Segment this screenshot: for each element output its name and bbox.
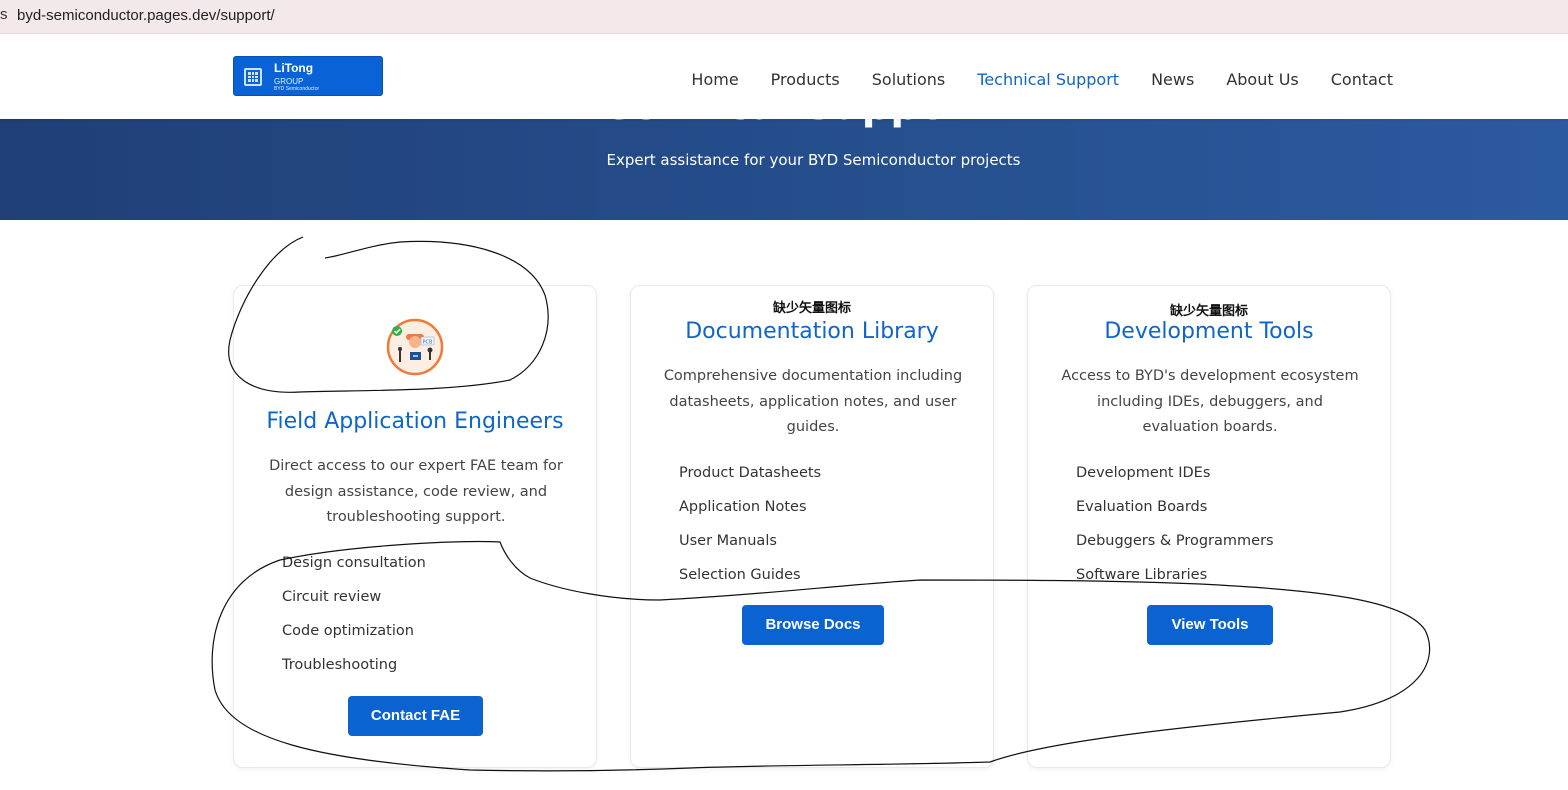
browse-docs-button[interactable]: Browse Docs bbox=[742, 605, 884, 645]
list-item: Troubleshooting bbox=[282, 657, 398, 673]
card-field-application-engineers: PCB Field Application Engineers Direct a… bbox=[233, 285, 597, 768]
list-item: Product Datasheets bbox=[679, 465, 822, 481]
list-item: Evaluation Boards bbox=[1076, 499, 1208, 515]
nav-products[interactable]: Products bbox=[771, 70, 840, 89]
contact-fae-button[interactable]: Contact FAE bbox=[348, 696, 483, 736]
nav-contact[interactable]: Contact bbox=[1331, 70, 1393, 89]
card-feature-list: Product Datasheets Application Notes Use… bbox=[679, 463, 821, 599]
missing-vector-icon-placeholder: 缺少矢量图标 bbox=[1169, 304, 1248, 319]
address-bar-edge-glyph: s bbox=[0, 6, 8, 23]
logo-subtitle: BYD Semiconductor bbox=[274, 86, 320, 92]
view-tools-button[interactable]: View Tools bbox=[1147, 605, 1273, 645]
list-item: Design consultation bbox=[282, 555, 426, 571]
site-header: LiTong GROUP BYD Semiconductor Home Prod… bbox=[0, 40, 1568, 119]
site-logo[interactable]: LiTong GROUP BYD Semiconductor bbox=[233, 56, 383, 96]
main-nav: Home Products Solutions Technical Suppor… bbox=[659, 70, 1393, 89]
list-item: Application Notes bbox=[679, 499, 807, 515]
logo-grid-icon bbox=[244, 68, 262, 86]
list-item: Development IDEs bbox=[1076, 465, 1211, 481]
logo-name: LiTong bbox=[274, 61, 314, 75]
hero-banner: Technical Support Expert assistance for … bbox=[0, 119, 1568, 220]
card-title: Field Application Engineers bbox=[266, 409, 564, 434]
hero-subtitle: Expert assistance for your BYD Semicondu… bbox=[606, 151, 1021, 169]
card-description: Direct access to our expert FAE team for… bbox=[269, 458, 563, 525]
card-feature-list: Design consultation Circuit review Code … bbox=[282, 553, 426, 689]
nav-solutions[interactable]: Solutions bbox=[872, 70, 946, 89]
list-item: Selection Guides bbox=[679, 567, 801, 583]
card-development-tools: 缺少矢量图标 Development Tools Access to BYD's… bbox=[1027, 285, 1391, 768]
nav-technical-support[interactable]: Technical Support bbox=[977, 70, 1119, 89]
logo-group: GROUP bbox=[274, 77, 304, 86]
missing-vector-icon-placeholder: 缺少矢量图标 bbox=[772, 301, 851, 316]
list-item: Circuit review bbox=[282, 589, 382, 605]
svg-text:PCB: PCB bbox=[423, 340, 434, 346]
browser-address-bar[interactable]: s byd-semiconductor.pages.dev/support/ bbox=[0, 0, 1568, 34]
card-description: Access to BYD's development ecosystem in… bbox=[1061, 368, 1359, 435]
list-item: User Manuals bbox=[679, 533, 777, 549]
card-title: Development Tools bbox=[1104, 319, 1314, 344]
list-item: Debuggers & Programmers bbox=[1076, 533, 1274, 549]
nav-home[interactable]: Home bbox=[691, 70, 738, 89]
list-item: Code optimization bbox=[282, 623, 414, 639]
card-description: Comprehensive documentation including da… bbox=[663, 368, 963, 435]
list-item: Software Libraries bbox=[1076, 567, 1208, 583]
card-documentation-library: 缺少矢量图标 Documentation Library Comprehensi… bbox=[630, 285, 994, 768]
fae-engineer-icon: PCB bbox=[386, 318, 444, 376]
address-bar-url[interactable]: byd-semiconductor.pages.dev/support/ bbox=[17, 7, 275, 24]
nav-news[interactable]: News bbox=[1151, 70, 1194, 89]
hero-title: Technical Support bbox=[0, 119, 1568, 129]
nav-about-us[interactable]: About Us bbox=[1226, 70, 1298, 89]
card-feature-list: Development IDEs Evaluation Boards Debug… bbox=[1076, 463, 1274, 599]
card-title: Documentation Library bbox=[685, 319, 939, 344]
